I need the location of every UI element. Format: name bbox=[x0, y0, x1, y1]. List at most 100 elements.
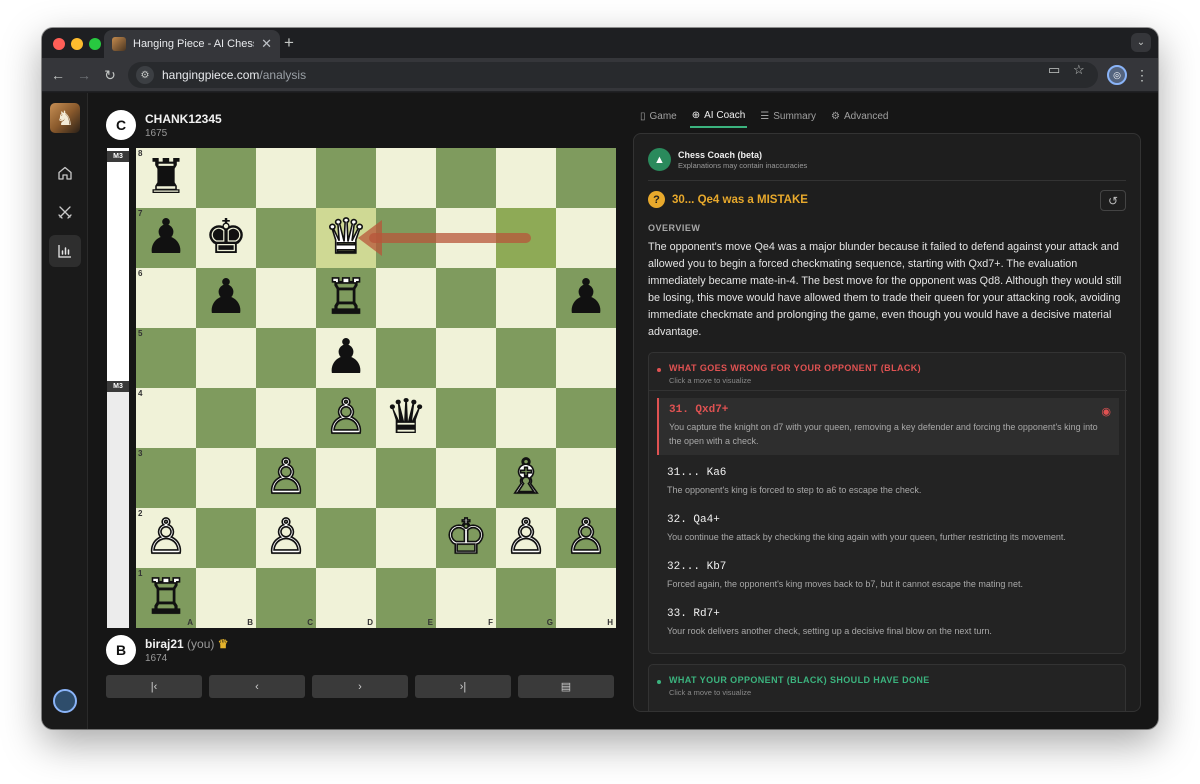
square-d7[interactable]: ♛ bbox=[316, 208, 376, 268]
swords-icon[interactable] bbox=[49, 196, 81, 228]
browser-menu-icon[interactable]: ⋮ bbox=[1132, 65, 1152, 85]
square-d5[interactable]: ♟ bbox=[316, 328, 376, 388]
square-d2[interactable] bbox=[316, 508, 376, 568]
tab-advanced[interactable]: ⚙ Advanced bbox=[829, 107, 890, 128]
square-c7[interactable] bbox=[256, 208, 316, 268]
square-f7[interactable] bbox=[436, 208, 496, 268]
list-item[interactable]: 32. Qa4+ You continue the attack by chec… bbox=[657, 508, 1119, 552]
black-piece[interactable]: ♟ bbox=[144, 214, 187, 262]
square-d3[interactable] bbox=[316, 448, 376, 508]
black-piece[interactable]: ♛ bbox=[384, 394, 427, 442]
close-tab-icon[interactable]: ✕ bbox=[261, 36, 272, 52]
forward-icon[interactable]: → bbox=[74, 65, 94, 85]
square-b2[interactable] bbox=[196, 508, 256, 568]
maximize-window-icon[interactable] bbox=[89, 38, 101, 50]
square-h4[interactable] bbox=[556, 388, 616, 448]
square-a1[interactable]: 1 A ♖ bbox=[136, 568, 196, 628]
square-e7[interactable] bbox=[376, 208, 436, 268]
square-c2[interactable]: ♙ bbox=[256, 508, 316, 568]
square-a8[interactable]: 8 ♜ bbox=[136, 148, 196, 208]
square-b3[interactable] bbox=[196, 448, 256, 508]
minimize-window-icon[interactable] bbox=[71, 38, 83, 50]
list-item[interactable]: 31. Qxd7+ You capture the knight on d7 w… bbox=[657, 398, 1119, 455]
home-icon[interactable] bbox=[49, 157, 81, 189]
square-c6[interactable] bbox=[256, 268, 316, 328]
white-piece[interactable]: ♙ bbox=[564, 513, 609, 563]
square-h8[interactable] bbox=[556, 148, 616, 208]
square-c4[interactable] bbox=[256, 388, 316, 448]
square-b6[interactable]: ♟ bbox=[196, 268, 256, 328]
square-d1[interactable]: D bbox=[316, 568, 376, 628]
square-c5[interactable] bbox=[256, 328, 316, 388]
user-account-icon[interactable] bbox=[53, 689, 77, 713]
square-h1[interactable]: H bbox=[556, 568, 616, 628]
square-a3[interactable]: 3 bbox=[136, 448, 196, 508]
install-app-icon[interactable]: ▭ bbox=[1048, 62, 1060, 78]
square-e8[interactable] bbox=[376, 148, 436, 208]
square-f6[interactable] bbox=[436, 268, 496, 328]
square-e5[interactable] bbox=[376, 328, 436, 388]
square-d4[interactable]: ♙ bbox=[316, 388, 376, 448]
square-f5[interactable] bbox=[436, 328, 496, 388]
square-b4[interactable] bbox=[196, 388, 256, 448]
reload-icon[interactable]: ↻ bbox=[100, 65, 120, 85]
black-piece[interactable]: ♚ bbox=[204, 214, 247, 262]
square-g3[interactable]: ♗ bbox=[496, 448, 556, 508]
square-e4[interactable]: ♛ bbox=[376, 388, 436, 448]
square-f8[interactable] bbox=[436, 148, 496, 208]
white-piece[interactable]: ♖ bbox=[324, 273, 369, 323]
square-d6[interactable]: ♖ bbox=[316, 268, 376, 328]
reset-button[interactable]: ↺ bbox=[1100, 190, 1126, 211]
first-move-button[interactable]: |‹ bbox=[106, 675, 202, 698]
logo-icon[interactable]: ♞ bbox=[50, 103, 80, 133]
white-piece[interactable]: ♙ bbox=[264, 513, 309, 563]
square-b7[interactable]: ♚ bbox=[196, 208, 256, 268]
white-piece[interactable]: ♙ bbox=[504, 513, 549, 563]
browser-tab[interactable]: Hanging Piece - AI Chess Coach ✕ bbox=[104, 30, 280, 58]
square-g5[interactable] bbox=[496, 328, 556, 388]
square-f2[interactable]: ♔ bbox=[436, 508, 496, 568]
next-move-button[interactable]: › bbox=[312, 675, 408, 698]
last-move-button[interactable]: ›| bbox=[415, 675, 511, 698]
square-g4[interactable] bbox=[496, 388, 556, 448]
black-piece[interactable]: ♟ bbox=[324, 334, 367, 382]
white-piece[interactable]: ♛ bbox=[324, 213, 369, 263]
square-e6[interactable] bbox=[376, 268, 436, 328]
square-f1[interactable]: F bbox=[436, 568, 496, 628]
square-e1[interactable]: E bbox=[376, 568, 436, 628]
square-a5[interactable]: 5 bbox=[136, 328, 196, 388]
square-c1[interactable]: C bbox=[256, 568, 316, 628]
tab-game[interactable]: ▯ Game bbox=[638, 107, 679, 128]
address-bar[interactable]: ⚙ hangingpiece.com/analysis bbox=[128, 62, 1098, 88]
square-f3[interactable] bbox=[436, 448, 496, 508]
square-c8[interactable] bbox=[256, 148, 316, 208]
square-a4[interactable]: 4 bbox=[136, 388, 196, 448]
bookmark-star-icon[interactable]: ☆ bbox=[1073, 62, 1085, 78]
white-piece[interactable]: ♖ bbox=[144, 573, 189, 623]
white-piece[interactable]: ♙ bbox=[264, 453, 309, 503]
square-g6[interactable] bbox=[496, 268, 556, 328]
close-window-icon[interactable] bbox=[53, 38, 65, 50]
tab-search-icon[interactable]: ⌄ bbox=[1131, 33, 1151, 52]
list-item[interactable]: 33. Rd7+ Your rook delivers another chec… bbox=[657, 602, 1119, 646]
square-b8[interactable] bbox=[196, 148, 256, 208]
square-g7[interactable] bbox=[496, 208, 556, 268]
eye-icon[interactable]: ◉ bbox=[1101, 405, 1111, 418]
black-piece[interactable]: ♜ bbox=[144, 154, 187, 202]
back-icon[interactable]: ← bbox=[48, 65, 68, 85]
site-info-icon[interactable]: ⚙ bbox=[136, 66, 154, 84]
square-e3[interactable] bbox=[376, 448, 436, 508]
square-a6[interactable]: 6 bbox=[136, 268, 196, 328]
white-piece[interactable]: ♔ bbox=[444, 513, 489, 563]
white-piece[interactable]: ♗ bbox=[504, 453, 549, 503]
analysis-chart-icon[interactable] bbox=[49, 235, 81, 267]
profile-avatar[interactable]: ◎ bbox=[1107, 65, 1127, 85]
square-h3[interactable] bbox=[556, 448, 616, 508]
square-a7[interactable]: 7 ♟ bbox=[136, 208, 196, 268]
square-h2[interactable]: ♙ bbox=[556, 508, 616, 568]
square-g2[interactable]: ♙ bbox=[496, 508, 556, 568]
square-b1[interactable]: B bbox=[196, 568, 256, 628]
tab-ai-coach[interactable]: ⊕ AI Coach bbox=[689, 107, 748, 128]
previous-move-button[interactable]: ‹ bbox=[209, 675, 305, 698]
square-g1[interactable]: G bbox=[496, 568, 556, 628]
